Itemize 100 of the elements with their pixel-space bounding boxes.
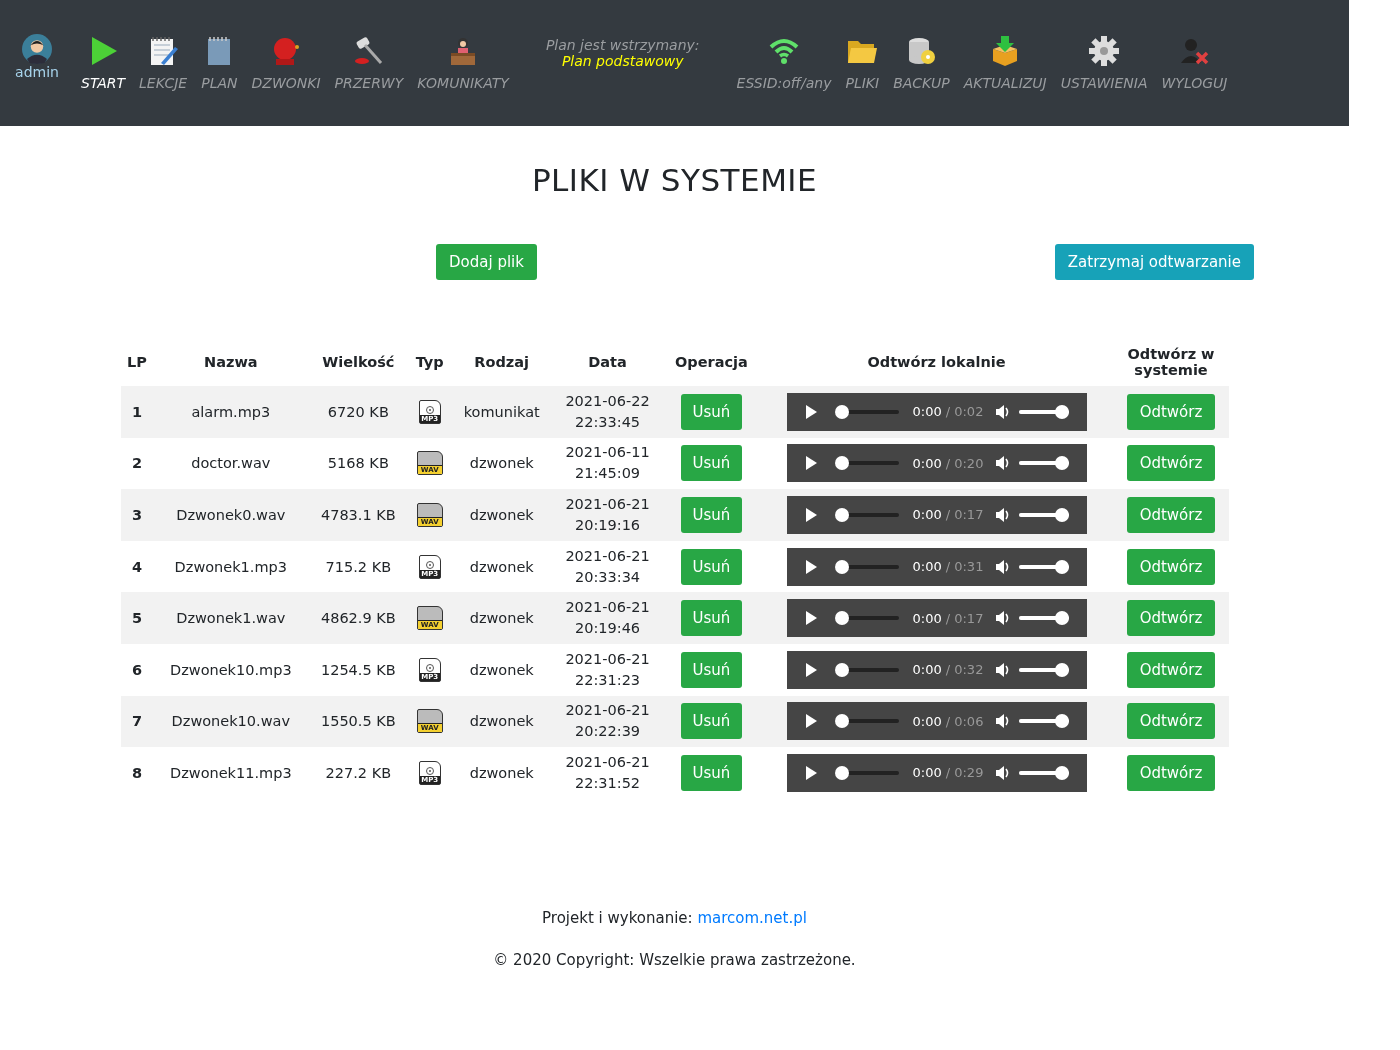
nav-item[interactable]: USTAWIENIA xyxy=(1053,35,1155,91)
file-size: 715.2 KB xyxy=(325,558,392,575)
play-icon[interactable] xyxy=(804,662,817,677)
play-in-system-button[interactable]: Odtwórz xyxy=(1126,651,1216,688)
duration: / 0:32 xyxy=(945,662,984,678)
nav-item[interactable]: ESSID:off/any xyxy=(729,35,839,91)
file-size: 1254.5 KB xyxy=(320,661,396,678)
play-in-system-button[interactable]: Odtwórz xyxy=(1126,703,1216,740)
row-number: 3 xyxy=(131,507,143,523)
play-in-system-button[interactable]: Odtwórz xyxy=(1126,754,1216,791)
seek-slider[interactable] xyxy=(834,508,899,522)
seek-slider[interactable] xyxy=(834,404,899,419)
file-size: 1550.5 KB xyxy=(320,713,396,730)
duration: / 0:02 xyxy=(945,404,984,420)
nav-item[interactable]: KOMUNIKATY xyxy=(410,35,516,91)
volume-slider[interactable] xyxy=(1019,611,1070,626)
current-time: 0:00 xyxy=(912,559,942,575)
delete-button[interactable]: Usuń xyxy=(680,548,743,585)
plan-name: Plan podstawowy xyxy=(561,53,684,69)
play-in-system-button[interactable]: Odtwórz xyxy=(1126,600,1216,637)
copyright-text: © 2020 Copyright: Wszelkie prawa zastrzeżone. xyxy=(492,950,857,969)
play-icon[interactable] xyxy=(804,404,817,419)
row-number: 7 xyxy=(131,713,143,730)
column-header: Odtwórz lokalnie xyxy=(867,354,1006,370)
nav-item[interactable]: PLAN xyxy=(194,35,245,91)
delete-button[interactable]: Usuń xyxy=(680,497,743,533)
current-time: 0:00 xyxy=(912,713,942,729)
file-date: 2021-06-21 20:19:46 xyxy=(564,598,651,639)
plan-status-label: Plan jest wstrzymany: xyxy=(545,37,700,53)
play-icon[interactable] xyxy=(804,508,817,522)
file-category: dzwonek xyxy=(469,713,534,730)
nav-item[interactable]: LEKCJE xyxy=(132,35,195,91)
author-link[interactable]: marcom.net.pl xyxy=(697,908,807,927)
column-header: Wielkość xyxy=(322,354,395,370)
seek-slider[interactable] xyxy=(834,611,899,626)
row-number: 5 xyxy=(131,610,143,627)
file-category: dzwonek xyxy=(469,455,534,472)
column-header: Nazwa xyxy=(204,354,258,370)
play-in-system-button[interactable]: Odtwórz xyxy=(1126,445,1216,482)
delete-button[interactable]: Usuń xyxy=(680,651,743,688)
column-header: Rodzaj xyxy=(474,354,530,370)
nav-item[interactable]: DZWONKI xyxy=(244,35,328,91)
seek-slider[interactable] xyxy=(834,456,899,471)
duration: / 0:17 xyxy=(945,610,984,626)
row-number: 4 xyxy=(131,558,143,575)
row-number: 6 xyxy=(131,661,143,678)
row-number: 2 xyxy=(131,455,143,472)
play-icon[interactable] xyxy=(804,559,817,574)
volume-slider[interactable] xyxy=(1019,404,1070,419)
nav-item[interactable]: WYLOGUJ xyxy=(1154,35,1235,91)
volume-slider[interactable] xyxy=(1019,508,1070,522)
seek-slider[interactable] xyxy=(834,559,899,574)
file-date: 2021-06-21 20:19:16 xyxy=(564,495,651,535)
avatar-icon xyxy=(22,34,52,64)
delete-button[interactable]: Usuń xyxy=(680,703,743,740)
play-icon[interactable] xyxy=(804,611,817,626)
play-in-system-button[interactable]: Odtwórz xyxy=(1126,548,1216,585)
volume-slider[interactable] xyxy=(1019,456,1070,471)
nav-item[interactable]: PLIKI xyxy=(838,35,887,91)
duration: / 0:17 xyxy=(945,507,984,523)
credit-text: Projekt i wykonanie: xyxy=(542,908,693,927)
duration: / 0:31 xyxy=(945,559,984,575)
nav-item[interactable]: BACKUP xyxy=(886,35,957,91)
volume-slider[interactable] xyxy=(1019,559,1070,574)
delete-button[interactable]: Usuń xyxy=(680,445,743,482)
play-icon[interactable] xyxy=(804,714,817,729)
file-date: 2021-06-21 20:22:39 xyxy=(564,701,651,742)
file-date: 2021-06-21 20:33:34 xyxy=(564,546,651,587)
column-header: Odtwórz w systemie xyxy=(1127,346,1215,378)
nav-item[interactable]: PRZERWY xyxy=(327,35,411,91)
file-category: komunikat xyxy=(463,403,540,420)
volume-slider[interactable] xyxy=(1019,662,1070,677)
file-size: 5168 KB xyxy=(327,455,389,472)
file-category: dzwonek xyxy=(469,558,534,575)
user-menu[interactable]: admin xyxy=(12,34,62,80)
seek-slider[interactable] xyxy=(834,662,899,677)
delete-button[interactable]: Usuń xyxy=(680,600,743,637)
play-icon[interactable] xyxy=(804,765,817,780)
seek-slider[interactable] xyxy=(834,714,899,729)
add-file-button[interactable]: Dodaj plik xyxy=(436,244,537,280)
delete-button[interactable]: Usuń xyxy=(680,393,743,430)
volume-slider[interactable] xyxy=(1019,714,1070,729)
file-name: Dzwonek1.mp3 xyxy=(174,558,287,575)
volume-slider[interactable] xyxy=(1019,765,1070,780)
play-in-system-button[interactable]: Odtwórz xyxy=(1126,497,1216,533)
current-time: 0:00 xyxy=(912,455,942,471)
seek-slider[interactable] xyxy=(834,765,899,780)
current-time: 0:00 xyxy=(912,610,942,626)
file-name: doctor.wav xyxy=(191,455,271,472)
file-name: alarm.mp3 xyxy=(191,403,271,420)
nav-item[interactable]: AKTUALIZUJ xyxy=(956,35,1054,91)
file-date: 2021-06-22 22:33:45 xyxy=(564,391,651,432)
delete-button[interactable]: Usuń xyxy=(680,754,743,791)
file-name: Dzwonek1.wav xyxy=(176,610,286,627)
stop-playback-button[interactable]: Zatrzymaj odtwarzanie xyxy=(1054,244,1254,280)
file-name: Dzwonek10.wav xyxy=(171,713,290,730)
play-icon[interactable] xyxy=(804,456,817,471)
play-in-system-button[interactable]: Odtwórz xyxy=(1126,393,1216,430)
file-date: 2021-06-21 22:31:23 xyxy=(564,649,651,690)
nav-item[interactable]: START xyxy=(74,35,132,91)
